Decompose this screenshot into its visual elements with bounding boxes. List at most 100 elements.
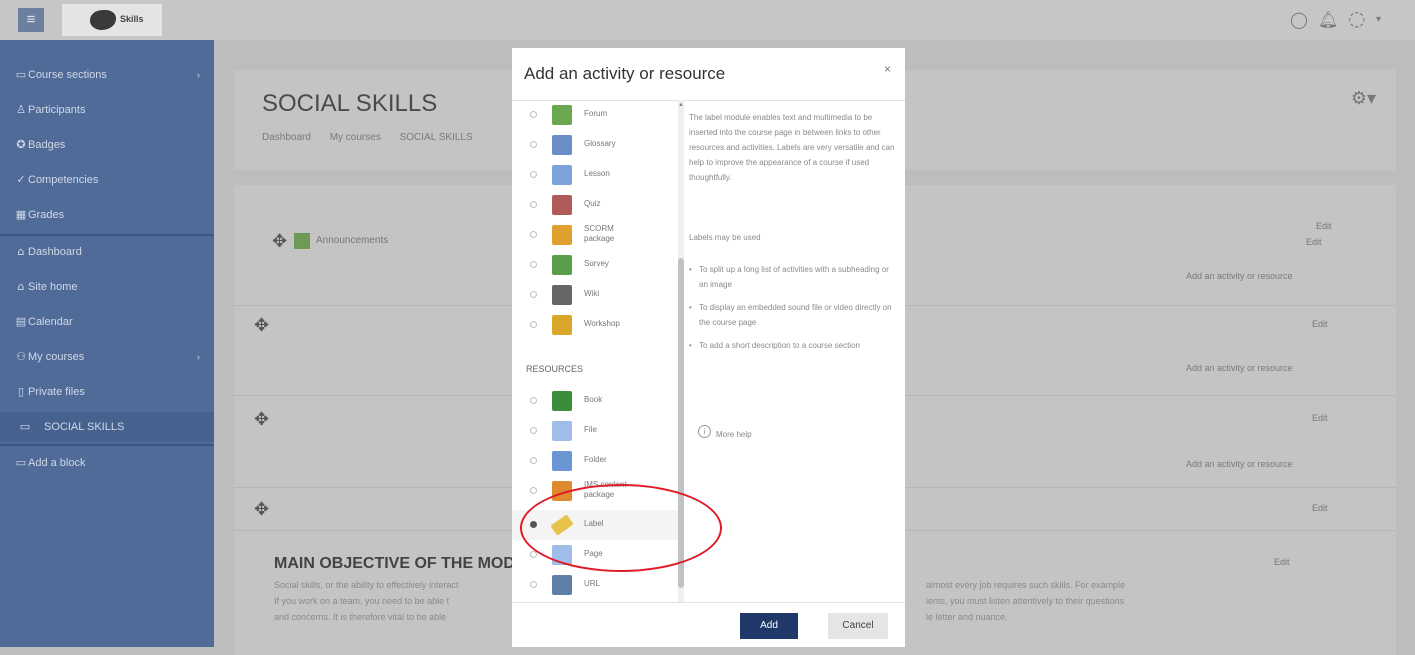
breadcrumb-dashboard[interactable]: Dashboard (262, 132, 311, 143)
sidebar-divider (0, 234, 214, 236)
breadcrumb-my-courses[interactable]: My courses (330, 132, 381, 143)
move-icon[interactable]: ✥ (254, 409, 269, 430)
radio-button[interactable] (530, 171, 537, 178)
hamburger-icon[interactable]: ≡ (18, 8, 44, 32)
option-folder[interactable]: Folder (512, 446, 678, 476)
sidebar-item-calendar[interactable]: ▤ Calendar (0, 307, 214, 337)
option-label: Book (584, 395, 603, 404)
sidebar-item-label: Grades (28, 209, 65, 221)
radio-button[interactable] (530, 427, 537, 434)
sidebar-item-label: Private files (28, 386, 85, 398)
option-forum[interactable]: Forum (512, 100, 678, 130)
chevron-down-icon[interactable]: ▾ (1376, 14, 1381, 25)
move-icon[interactable]: ✥ (254, 499, 269, 520)
option-lesson[interactable]: Lesson (512, 160, 678, 190)
radio-button[interactable] (530, 581, 537, 588)
sidebar-item-label: Site home (28, 281, 78, 293)
gear-icon[interactable]: ⚙▾ (1351, 88, 1376, 109)
announcements-link[interactable]: Announcements (316, 235, 388, 246)
option-url[interactable]: URL (512, 570, 678, 600)
option-wiki[interactable]: Wiki (512, 280, 678, 310)
option-glossary[interactable]: Glossary (512, 130, 678, 160)
move-icon[interactable]: ✥ (272, 231, 287, 252)
option-workshop[interactable]: Workshop (512, 310, 678, 340)
bullet-text: To split up a long list of activities wi… (699, 265, 889, 289)
file-icon: ▯ (17, 385, 25, 398)
sidebar-item-my-courses[interactable]: ⚇ My courses › (0, 342, 214, 372)
sidebar-item-add-block[interactable]: ▭ Add a block (0, 448, 214, 478)
radio-button[interactable] (530, 231, 537, 238)
survey-icon (552, 255, 572, 275)
option-scorm-package[interactable]: SCORM package (512, 220, 678, 250)
sidebar-item-competencies[interactable]: ✓ Competencies (0, 165, 214, 195)
sidebar-item-label: Add a block (28, 457, 86, 469)
edit-menu[interactable]: Edit (1312, 319, 1328, 329)
resources-heading: RESOURCES (526, 364, 584, 374)
option-label: File (584, 425, 597, 434)
workshop-icon (552, 315, 572, 335)
objective-text-line: ients, you must listen attentively to th… (926, 596, 1125, 606)
add-activity-link[interactable]: Add an activity or resource (1186, 271, 1293, 281)
chevron-right-icon: › (197, 70, 200, 80)
option-label: Quiz (584, 199, 601, 208)
objective-text-line: and concerns. It is therefore vital to b… (274, 612, 447, 622)
home-icon: ⌂ (17, 245, 25, 258)
sidebar-item-site-home[interactable]: ⌂ Site home (0, 272, 214, 302)
option-book[interactable]: Book (512, 386, 678, 416)
radio-button[interactable] (530, 141, 537, 148)
close-icon[interactable]: × (884, 62, 891, 76)
sidebar-item-grades[interactable]: ▦ Grades (0, 200, 214, 230)
radio-button[interactable] (530, 201, 537, 208)
radio-button[interactable] (530, 397, 537, 404)
edit-menu[interactable]: Edit (1312, 413, 1328, 423)
sidebar-item-participants[interactable]: ♙ Participants (0, 95, 214, 125)
edit-menu[interactable]: Edit (1274, 557, 1290, 567)
sidebar-item-badges[interactable]: ✪ Badges (0, 130, 214, 160)
courses-icon: ⚇ (16, 350, 26, 363)
option-label: Lesson (584, 169, 610, 178)
radio-button[interactable] (530, 111, 537, 118)
messages-icon[interactable]: ◯ (1290, 10, 1308, 29)
add-activity-link[interactable]: Add an activity or resource (1186, 459, 1293, 469)
sidebar-item-private-files[interactable]: ▯ Private files (0, 377, 214, 407)
option-quiz[interactable]: Quiz (512, 190, 678, 220)
option-label: Workshop (584, 319, 620, 328)
option-label: Forum (584, 109, 608, 118)
cancel-button[interactable]: Cancel (828, 613, 888, 639)
sidebar-item-label: Calendar (28, 316, 73, 328)
edit-menu[interactable]: Edit (1316, 221, 1332, 231)
objective-text-line: Social skills, or the ability to effecti… (274, 580, 459, 590)
user-avatar-icon[interactable]: ◌ (1348, 6, 1365, 30)
radio-button[interactable] (530, 261, 537, 268)
option-label: SCORM package (584, 224, 615, 243)
edit-menu[interactable]: Edit (1306, 237, 1322, 247)
edit-menu[interactable]: Edit (1312, 503, 1328, 513)
radio-button[interactable] (530, 457, 537, 464)
radio-button[interactable] (530, 487, 537, 494)
dialog-footer-divider (512, 602, 905, 603)
option-file[interactable]: File (512, 416, 678, 446)
calendar-icon: ▤ (15, 315, 27, 328)
sidebar-item-dashboard[interactable]: ⌂ Dashboard (0, 237, 214, 267)
move-icon[interactable]: ✥ (254, 315, 269, 336)
radio-button[interactable] (530, 321, 537, 328)
description-subheading: Labels may be used (689, 233, 761, 242)
radio-button[interactable] (530, 291, 537, 298)
option-label: Folder (584, 455, 607, 464)
site-logo[interactable]: Skills (62, 4, 162, 36)
option-label: Glossary (584, 139, 616, 148)
sidebar-item-course-sections[interactable]: ▭ Course sections › (0, 60, 214, 90)
add-button[interactable]: Add (740, 613, 798, 639)
notifications-icon[interactable]: 🔔︎ (1318, 10, 1338, 29)
glossary-icon (552, 135, 572, 155)
scorm-icon (552, 225, 572, 245)
info-icon: i (698, 425, 711, 438)
forum-icon (552, 105, 572, 125)
sidebar-item-social-skills[interactable]: ▭ SOCIAL SKILLS (0, 412, 214, 442)
sidebar-item-label: Course sections (28, 69, 107, 81)
more-help-link[interactable]: More help (716, 430, 752, 439)
breadcrumb-course[interactable]: SOCIAL SKILLS (400, 132, 473, 143)
chevron-right-icon: › (197, 352, 200, 362)
option-survey[interactable]: Survey (512, 250, 678, 280)
add-activity-link[interactable]: Add an activity or resource (1186, 363, 1293, 373)
